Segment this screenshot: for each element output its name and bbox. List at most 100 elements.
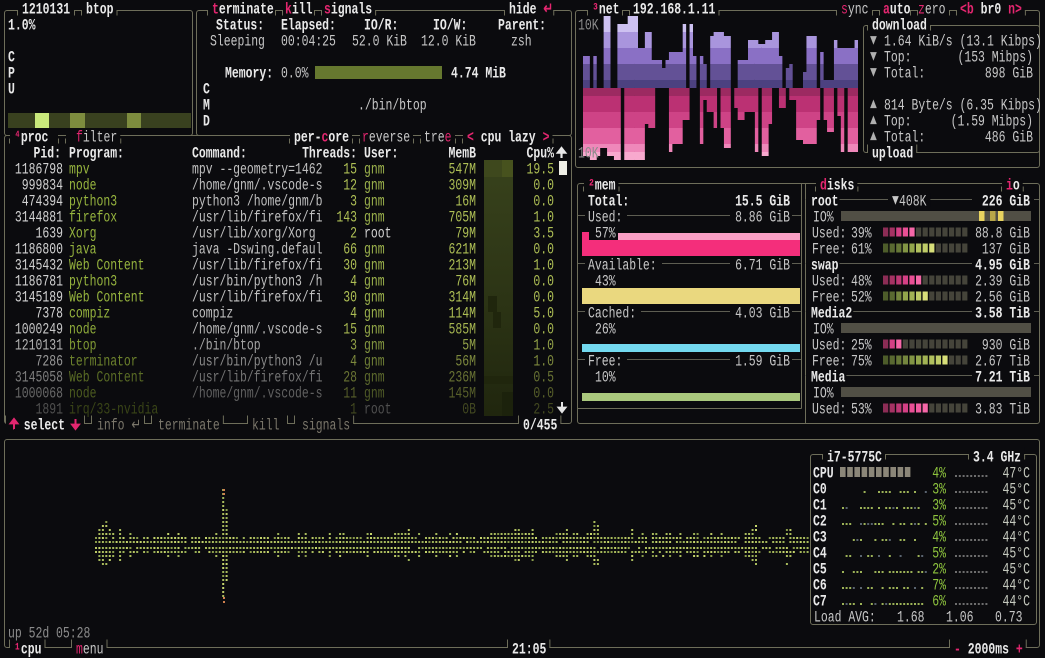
svg-text:M: M xyxy=(203,98,210,115)
svg-text:3: 3 xyxy=(350,338,357,355)
svg-text:3.83 TiB: 3.83 TiB xyxy=(975,402,1030,419)
svg-text:C4: C4 xyxy=(813,546,827,563)
svg-text:79M: 79M xyxy=(455,226,476,243)
svg-text:gnm: gnm xyxy=(364,242,385,259)
svg-text:213M: 213M xyxy=(449,258,476,275)
svg-text:5%: 5% xyxy=(932,546,946,563)
svg-text:3145189: 3145189 xyxy=(15,290,63,307)
svg-text:15: 15 xyxy=(343,322,357,339)
svg-text:16M: 16M xyxy=(455,194,476,211)
svg-text:gnm: gnm xyxy=(364,194,385,211)
svg-text:2.67 TiB: 2.67 TiB xyxy=(975,354,1030,371)
svg-text:P: P xyxy=(8,66,15,83)
svg-text:5.0: 5.0 xyxy=(533,306,554,323)
svg-text:1.59 GiB: 1.59 GiB xyxy=(735,354,790,371)
svg-text:IO%: IO% xyxy=(813,210,834,227)
svg-text:3.58 TiB: 3.58 TiB xyxy=(975,306,1030,323)
svg-text:root: root xyxy=(811,194,838,211)
svg-text:2000ms: 2000ms xyxy=(968,642,1009,658)
svg-text:+: + xyxy=(1009,642,1023,658)
svg-text:236M: 236M xyxy=(449,370,476,387)
svg-text:ore: ore xyxy=(328,130,349,147)
svg-text:gnm: gnm xyxy=(364,290,385,307)
svg-text:Xorg: Xorg xyxy=(69,226,96,243)
svg-text:▲: ▲ xyxy=(870,113,877,130)
svg-text:select: select xyxy=(24,418,65,435)
svg-text:25%: 25% xyxy=(851,338,872,355)
svg-text:5M: 5M xyxy=(462,338,476,355)
svg-text:ill: ill xyxy=(292,2,313,19)
svg-text:Used:: Used: xyxy=(812,274,846,291)
svg-text:0/455: 0/455 xyxy=(523,418,557,435)
svg-text:7378: 7378 xyxy=(36,306,63,323)
svg-text:4%: 4% xyxy=(932,530,946,547)
svg-text:3145058: 3145058 xyxy=(15,370,63,387)
svg-text:info ↵: info ↵ xyxy=(97,418,141,435)
svg-text:145M: 145M xyxy=(449,386,476,403)
svg-text:btop: btop xyxy=(69,338,96,355)
svg-text:Status:: Status: xyxy=(216,18,264,35)
svg-text:s: s xyxy=(324,2,331,19)
svg-text:/usr/lib/firefox/fi: /usr/lib/firefox/fi xyxy=(192,370,322,387)
svg-text:56M: 56M xyxy=(455,354,476,371)
svg-text:408K: 408K xyxy=(899,194,927,211)
svg-text:m: m xyxy=(76,642,83,658)
svg-text:814 Byte/s (6.35 Kibps): 814 Byte/s (6.35 Kibps) xyxy=(884,98,1042,115)
svg-text:enu: enu xyxy=(83,642,104,658)
svg-text:585M: 585M xyxy=(449,322,476,339)
svg-text:gnm: gnm xyxy=(364,386,385,403)
svg-text:cpu: cpu xyxy=(21,642,42,658)
svg-text:isks: isks xyxy=(827,178,854,195)
svg-text:a: a xyxy=(883,2,890,19)
svg-text:net: net xyxy=(599,2,620,19)
svg-text:Total:: Total: xyxy=(884,130,925,147)
svg-text:45°C: 45°C xyxy=(1003,498,1030,515)
svg-text:45°C: 45°C xyxy=(1003,562,1030,579)
svg-text:gnm: gnm xyxy=(364,258,385,275)
svg-text:8.86 GiB: 8.86 GiB xyxy=(735,210,790,227)
svg-text:./bin/btop: ./bin/btop xyxy=(192,338,261,355)
svg-text:1.0%: 1.0% xyxy=(8,18,36,35)
svg-text:(1.59 Mibps): (1.59 Mibps) xyxy=(951,114,1033,131)
svg-text:1.0: 1.0 xyxy=(533,258,554,275)
svg-text:root: root xyxy=(364,402,391,419)
svg-text:1.0: 1.0 xyxy=(533,338,554,355)
svg-text:br0: br0 xyxy=(974,2,1008,19)
svg-text:↵: ↵ xyxy=(543,2,553,19)
svg-text:z: z xyxy=(918,2,925,19)
svg-text:39%: 39% xyxy=(851,226,872,243)
svg-text:Elapsed:: Elapsed: xyxy=(281,18,336,35)
svg-text:download: download xyxy=(872,18,927,35)
svg-text:47°C: 47°C xyxy=(1003,466,1030,483)
svg-text:C6: C6 xyxy=(813,578,827,595)
svg-text:15.5 GiB: 15.5 GiB xyxy=(735,194,790,211)
svg-text:o: o xyxy=(1013,178,1020,195)
svg-text:Free:: Free: xyxy=(812,354,846,371)
svg-text:3144881: 3144881 xyxy=(15,210,63,227)
svg-text:node: node xyxy=(69,386,96,403)
svg-text:309M: 309M xyxy=(449,178,476,195)
svg-text:f: f xyxy=(76,130,83,147)
svg-text:s: s xyxy=(841,2,848,19)
svg-text:uto: uto xyxy=(890,2,911,19)
svg-text:52%: 52% xyxy=(851,290,872,307)
svg-text:Free:: Free: xyxy=(812,242,846,259)
svg-text:10%: 10% xyxy=(595,370,616,387)
svg-text:114M: 114M xyxy=(449,306,476,323)
svg-text:15: 15 xyxy=(343,162,357,179)
svg-text:./bin/btop: ./bin/btop xyxy=(358,98,427,115)
svg-text:ilter: ilter xyxy=(83,130,117,147)
svg-text:hide: hide xyxy=(509,2,543,19)
svg-text:474394: 474394 xyxy=(22,194,63,211)
svg-text:7%: 7% xyxy=(932,578,946,595)
svg-text:26%: 26% xyxy=(595,322,616,339)
svg-text:Pid:: Pid: xyxy=(34,146,61,163)
svg-text:10K: 10K xyxy=(578,18,599,35)
svg-text:IO/R:: IO/R: xyxy=(364,18,398,35)
svg-text:/usr/lib/firefox/fi: /usr/lib/firefox/fi xyxy=(192,258,322,275)
svg-text:gnm: gnm xyxy=(364,274,385,291)
svg-text:0.0: 0.0 xyxy=(533,386,554,403)
svg-text:gnm: gnm xyxy=(364,354,385,371)
svg-text:ync: ync xyxy=(848,2,869,19)
svg-text:999834: 999834 xyxy=(22,178,63,195)
